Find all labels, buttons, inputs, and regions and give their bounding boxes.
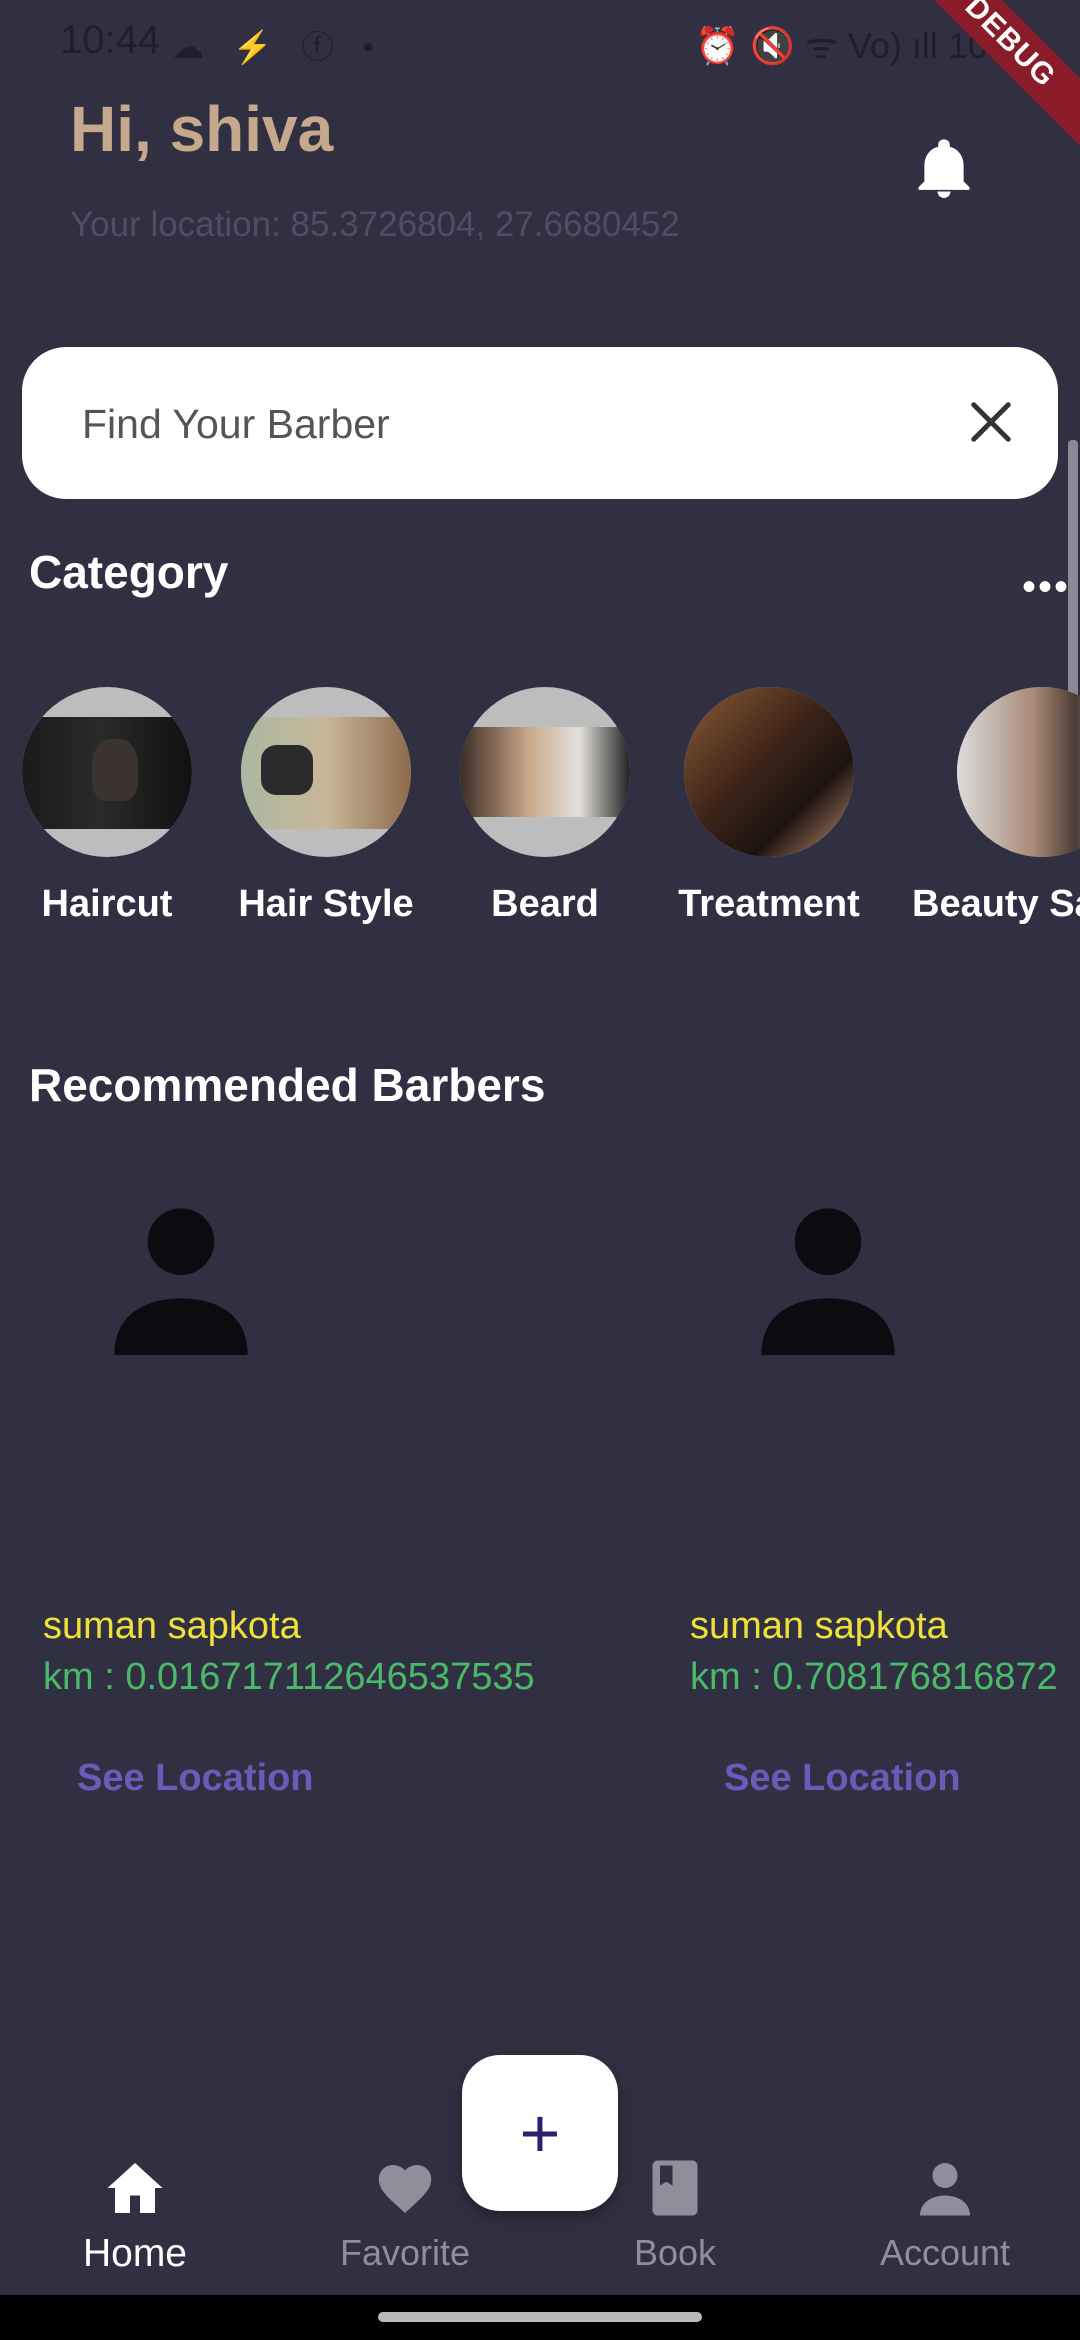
see-location-button[interactable]: See Location: [77, 1757, 629, 1800]
barber-name: suman sapkota: [690, 1605, 948, 1647]
category-item-hair-style[interactable]: Hair Style: [216, 687, 436, 926]
hair-style-image: [241, 687, 411, 857]
barber-distance: km : 0.708176816872: [690, 1656, 1058, 1698]
status-time: 10:44: [60, 18, 161, 62]
recommended-title: Recommended Barbers: [29, 1059, 546, 1111]
category-title: Category: [29, 546, 229, 598]
nav-label: Favorite: [339, 2232, 471, 2273]
barber-distance: km : 0.016717112646537535: [43, 1656, 535, 1698]
search-input[interactable]: [80, 393, 944, 455]
home-gesture-handle[interactable]: [378, 2312, 702, 2322]
bell-icon[interactable]: [916, 138, 972, 198]
category-label: Beard: [491, 883, 599, 925]
status-bar: 10:44 ☁ ⚡ ⓕ • ⏰ 🔇 ᯤ Vo) ıll 100%: [0, 0, 1080, 90]
category-item-beauty-salon[interactable]: Beauty Sa: [912, 687, 1080, 926]
add-button[interactable]: +: [462, 2055, 618, 2211]
category-item-treatment[interactable]: Treatment: [659, 687, 879, 926]
beard-image: [460, 687, 630, 857]
nav-label: Home: [82, 2232, 188, 2275]
person-icon: [114, 1208, 248, 1355]
more-icon[interactable]: •••: [1022, 565, 1070, 610]
category-item-beard[interactable]: Beard: [435, 687, 655, 926]
nav-home[interactable]: Home: [35, 2160, 235, 2276]
nav-label: Book: [633, 2232, 717, 2273]
location-text: Your location: 85.3726804, 27.6680452: [70, 205, 680, 244]
greeting-title: Hi, shiva: [70, 93, 334, 165]
nav-label: Account: [879, 2232, 1011, 2273]
barber-card[interactable]: suman sapkota km : 0.016717112646537535 …: [29, 1190, 629, 1800]
category-label: Beauty Sa: [912, 883, 1080, 925]
barber-name: suman sapkota: [43, 1605, 301, 1647]
barber-card[interactable]: suman sapkota km : 0.708176816872 See Lo…: [676, 1190, 1080, 1800]
status-notification-icons: ☁ ⚡ ⓕ •: [172, 29, 384, 65]
category-label: Haircut: [41, 883, 173, 925]
category-label: Hair Style: [238, 883, 414, 925]
see-location-button[interactable]: See Location: [724, 1757, 1080, 1800]
treatment-image: [684, 687, 854, 857]
home-icon: [107, 2163, 163, 2213]
beauty-salon-image: [957, 687, 1080, 857]
person-icon: [920, 2163, 970, 2216]
search-bar: [22, 347, 1058, 499]
close-icon[interactable]: [968, 399, 1014, 445]
heart-icon: [378, 2165, 432, 2213]
haircut-image: [22, 687, 192, 857]
category-label: Treatment: [678, 883, 860, 925]
category-item-haircut[interactable]: Haircut: [0, 687, 217, 926]
person-icon: [761, 1208, 895, 1355]
nav-account[interactable]: Account: [845, 2160, 1045, 2274]
book-icon: [652, 2160, 698, 2216]
